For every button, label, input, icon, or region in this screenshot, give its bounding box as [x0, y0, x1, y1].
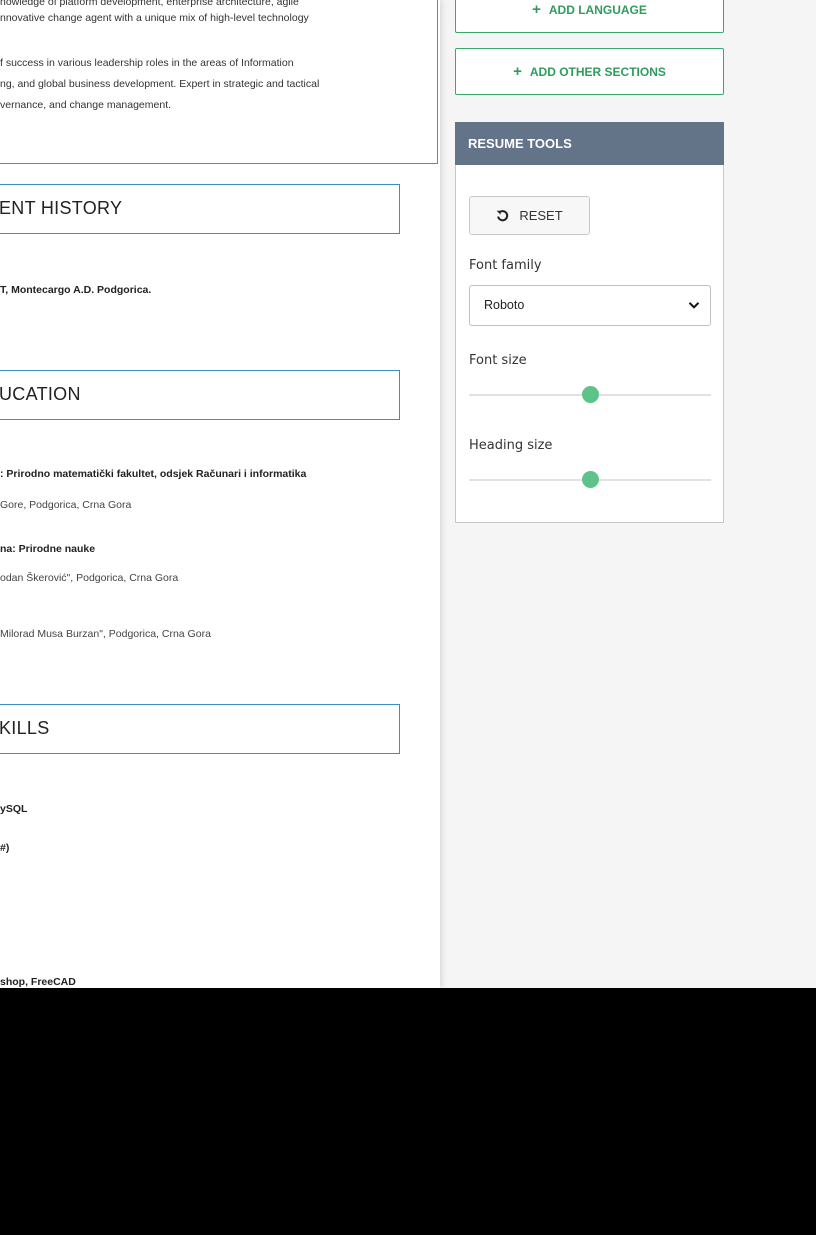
section-heading-text: ENT HISTORY [0, 198, 123, 218]
font-family-select[interactable]: Roboto [469, 285, 711, 326]
slider-thumb[interactable] [582, 386, 599, 403]
font-size-label: Font size [469, 353, 527, 368]
summary-text-line: nowledge of platform development, enterp… [0, 0, 299, 8]
reset-label: RESET [519, 208, 563, 223]
resume-tools-panel: RESUME TOOLS RESET Font family Roboto Fo… [455, 122, 724, 523]
slider-thumb[interactable] [582, 471, 599, 488]
reset-icon [496, 210, 509, 222]
education-entry: na: Prirodne nauke [0, 543, 96, 555]
add-language-button[interactable]: + ADD LANGUAGE [455, 0, 724, 33]
skill-entry: #) [0, 842, 10, 854]
employment-entry: T, Montecargo A.D. Podgorica. [0, 284, 152, 296]
font-family-label: Font family [469, 258, 542, 273]
resume-page: nowledge of platform development, enterp… [0, 0, 440, 988]
education-entry: odan Škerović", Podgorica, Crna Gora [0, 572, 179, 584]
plus-icon: + [513, 63, 522, 80]
education-heading[interactable]: UCATION [0, 370, 400, 420]
resume-tools-title: RESUME TOOLS [455, 122, 724, 165]
skill-entry: ySQL [0, 803, 28, 815]
summary-text-line: nnovative change agent with a unique mix… [0, 12, 309, 24]
summary-text-line: ng, and global business development. Exp… [0, 78, 320, 90]
resume-editor: nowledge of platform development, enterp… [0, 0, 816, 988]
add-other-sections-label: ADD OTHER SECTIONS [529, 64, 666, 79]
font-family-value: Roboto [484, 298, 525, 312]
heading-size-label: Heading size [469, 438, 553, 453]
add-other-sections-button[interactable]: + ADD OTHER SECTIONS [455, 48, 724, 95]
heading-size-slider[interactable] [469, 469, 711, 489]
employment-history-heading[interactable]: ENT HISTORY [0, 184, 400, 234]
education-entry: : Prirodno matematički fakultet, odsjek … [0, 468, 307, 480]
add-language-label: ADD LANGUAGE [548, 2, 647, 17]
plus-icon: + [532, 1, 541, 18]
skill-entry: shop, FreeCAD [0, 976, 76, 988]
section-heading-text: KILLS [0, 718, 50, 738]
education-entry: Milorad Musa Burzan", Podgorica, Crna Go… [0, 628, 211, 640]
skills-heading[interactable]: KILLS [0, 704, 400, 754]
summary-text-line: f success in various leadership roles in… [0, 57, 294, 69]
font-size-slider[interactable] [469, 384, 711, 404]
reset-button[interactable]: RESET [469, 196, 590, 235]
chevron-down-icon [688, 302, 700, 309]
summary-text-line: vernance, and change management. [0, 99, 172, 111]
section-heading-text: UCATION [0, 384, 81, 404]
education-entry: Gore, Podgorica, Crna Gora [0, 499, 132, 511]
